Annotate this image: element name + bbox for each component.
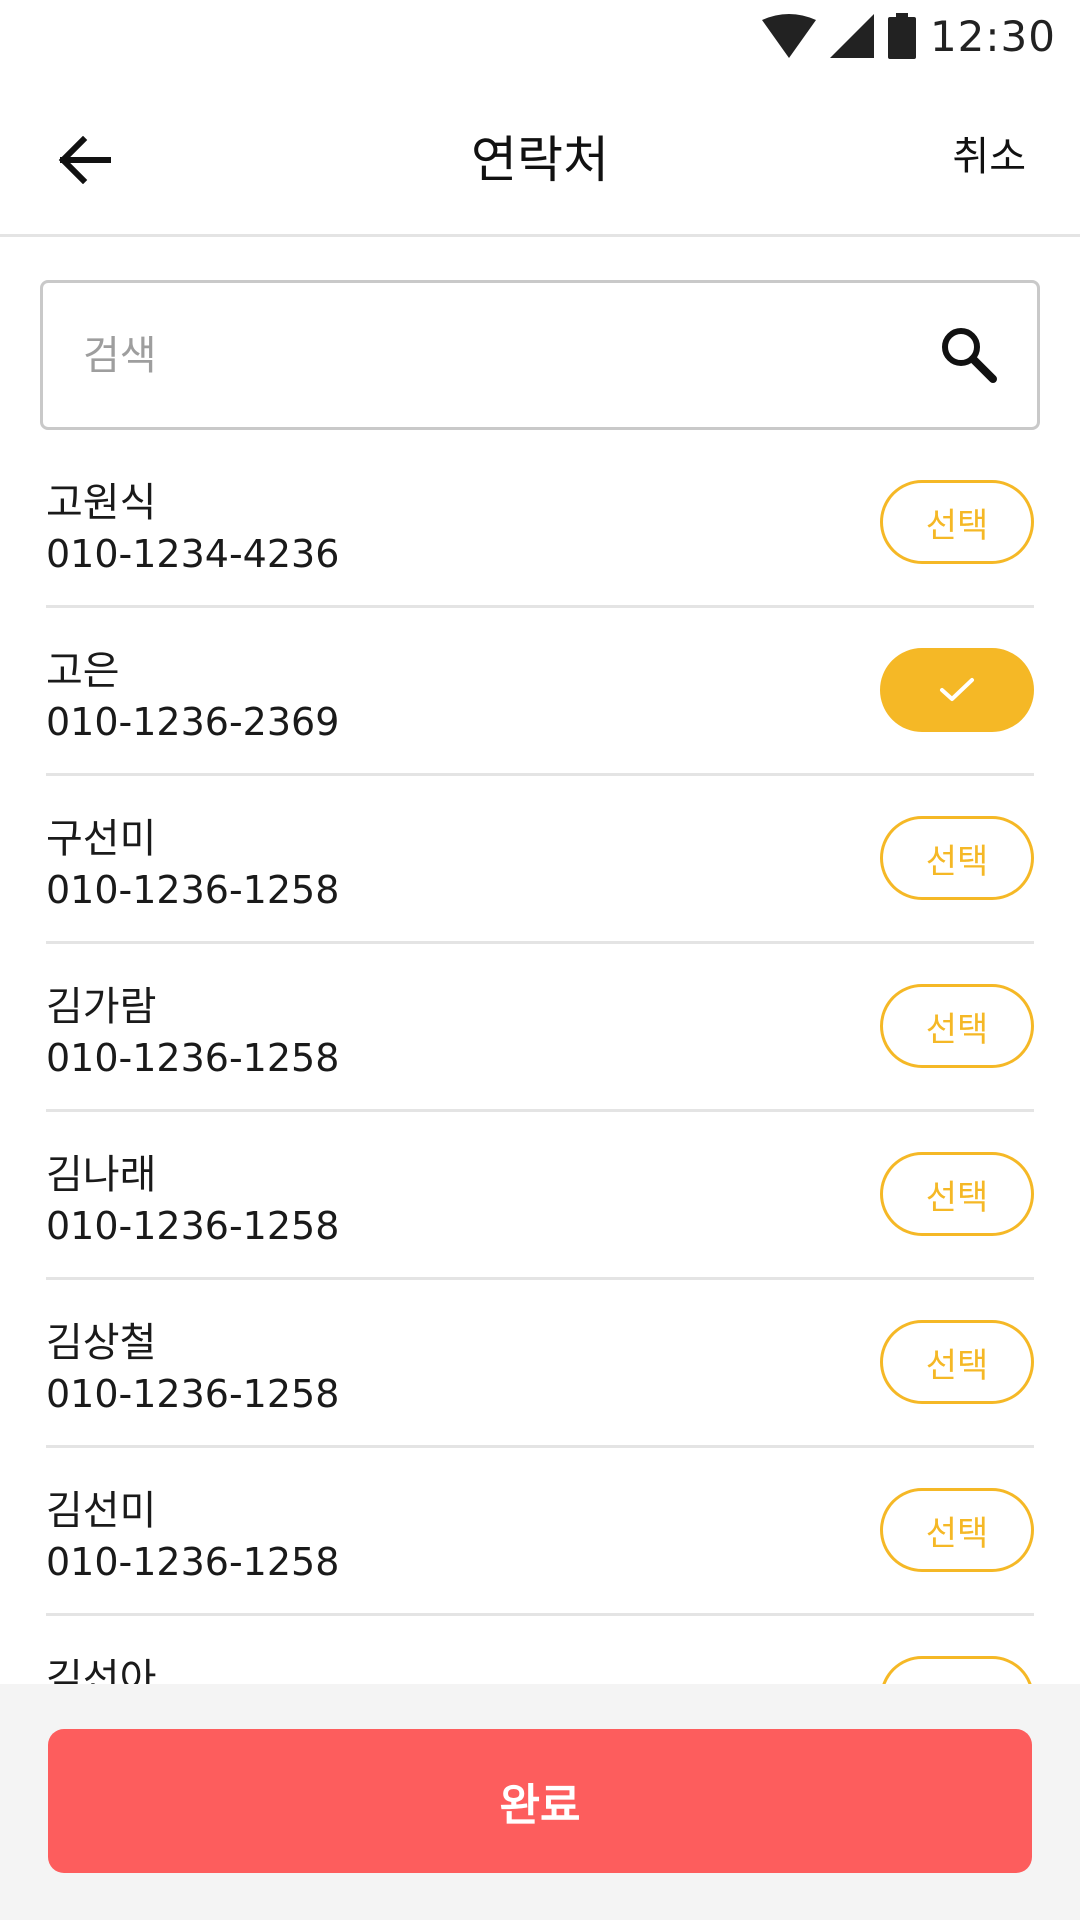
contact-phone: 010-1234-4236 — [46, 532, 340, 576]
contact-phone: 010-1236-1258 — [46, 868, 340, 912]
contact-phone: 010-1236-1258 — [46, 1204, 340, 1248]
select-button[interactable]: 선택 — [880, 480, 1034, 564]
contact-name: 김선아 — [46, 1656, 157, 1684]
contact-name: 김선미 — [46, 1488, 157, 1534]
contact-row[interactable]: 김나래 010-1236-1258 선택 — [46, 1112, 1034, 1280]
cell-signal-icon — [829, 14, 874, 58]
contact-name: 구선미 — [46, 816, 157, 862]
contact-name: 고은 — [46, 648, 120, 694]
select-button[interactable]: 선택 — [880, 1656, 1034, 1684]
contact-name: 고원식 — [46, 480, 157, 526]
battery-icon — [887, 13, 916, 59]
status-icons: 12:30 — [761, 10, 1056, 62]
selected-toggle-button[interactable] — [880, 648, 1034, 732]
done-button[interactable]: 완료 — [48, 1729, 1032, 1873]
cancel-button[interactable]: 취소 — [952, 124, 1026, 182]
status-bar: 12:30 — [0, 0, 1080, 72]
bottom-bar: 완료 — [0, 1684, 1080, 1920]
select-button[interactable]: 선택 — [880, 984, 1034, 1068]
page-title: 연락처 — [471, 131, 609, 189]
check-icon — [940, 678, 974, 701]
status-time: 12:30 — [929, 11, 1056, 61]
select-button[interactable]: 선택 — [880, 1152, 1034, 1236]
contact-phone: 010-1236-1258 — [46, 1372, 340, 1416]
contact-name: 김가람 — [46, 984, 157, 1030]
contact-row[interactable]: 구선미 010-1236-1258 선택 — [46, 776, 1034, 944]
contact-phone: 010-1236-2369 — [46, 700, 340, 744]
contact-phone: 010-1236-1258 — [46, 1036, 340, 1080]
contact-list: 고원식 010-1234-4236 선택 고은 010-1236-2369 구선미 010-… — [0, 440, 1080, 1684]
contact-phone: 010-1236-1258 — [46, 1540, 340, 1584]
search-input[interactable] — [81, 283, 905, 429]
contact-name: 김상철 — [46, 1320, 157, 1366]
contact-row[interactable]: 김상철 010-1236-1258 선택 — [46, 1280, 1034, 1448]
select-button[interactable]: 선택 — [880, 1488, 1034, 1572]
contact-row[interactable]: 고원식 010-1234-4236 선택 — [46, 440, 1034, 608]
select-button[interactable]: 선택 — [880, 1320, 1034, 1404]
contact-row[interactable]: 김선미 010-1236-1258 선택 — [46, 1448, 1034, 1616]
contact-row[interactable]: 김선아 선택 — [46, 1616, 1034, 1684]
search-icon[interactable] — [937, 323, 1001, 387]
wifi-icon — [761, 14, 816, 58]
search-box — [40, 280, 1040, 430]
select-button[interactable]: 선택 — [880, 816, 1034, 900]
contact-row[interactable]: 고은 010-1236-2369 — [46, 608, 1034, 776]
contact-name: 김나래 — [46, 1152, 157, 1198]
app-bar: 연락처 취소 — [0, 72, 1080, 237]
contact-row[interactable]: 김가람 010-1236-1258 선택 — [46, 944, 1034, 1112]
